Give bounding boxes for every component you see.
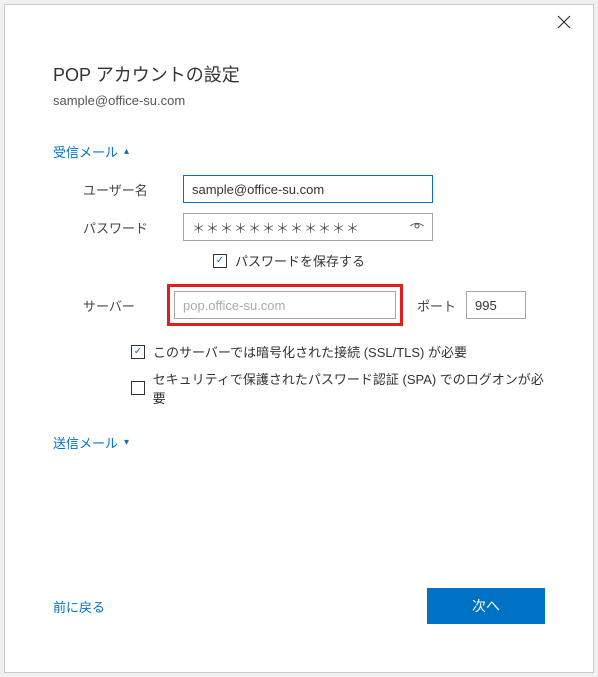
- port-input[interactable]: [466, 291, 526, 319]
- username-input[interactable]: [183, 175, 433, 203]
- content-area: POP アカウントの設定 sample@office-su.com 受信メール …: [5, 5, 593, 588]
- port-label: ポート: [417, 296, 456, 315]
- password-label: パスワード: [53, 218, 183, 237]
- dialog-title: POP アカウントの設定: [53, 61, 545, 87]
- ssl-row: ✓ このサーバーでは暗号化された接続 (SSL/TLS) が必要: [131, 342, 545, 361]
- incoming-mail-section-toggle[interactable]: 受信メール ▴: [53, 142, 545, 161]
- server-highlight-box: [167, 284, 403, 326]
- server-row: サーバー ポート: [53, 284, 545, 326]
- password-input[interactable]: [183, 213, 433, 241]
- server-label: サーバー: [53, 296, 167, 315]
- show-password-icon[interactable]: [409, 218, 425, 237]
- ssl-label: このサーバーでは暗号化された接続 (SSL/TLS) が必要: [153, 342, 467, 361]
- save-password-row: ✓ パスワードを保存する: [213, 251, 545, 270]
- spa-checkbox[interactable]: [131, 381, 145, 395]
- outgoing-mail-label: 送信メール: [53, 433, 118, 452]
- spa-label: セキュリティで保護されたパスワード認証 (SPA) でのログオンが必要: [153, 369, 545, 407]
- chevron-down-icon: ▾: [124, 437, 129, 448]
- incoming-mail-label: 受信メール: [53, 142, 118, 161]
- ssl-checkbox[interactable]: ✓: [131, 345, 145, 359]
- outgoing-mail-section-toggle[interactable]: 送信メール ▾: [53, 433, 545, 452]
- dialog-window: POP アカウントの設定 sample@office-su.com 受信メール …: [4, 4, 594, 673]
- server-input[interactable]: [174, 291, 396, 319]
- save-password-checkbox[interactable]: ✓: [213, 254, 227, 268]
- save-password-label: パスワードを保存する: [235, 251, 365, 270]
- spa-row: セキュリティで保護されたパスワード認証 (SPA) でのログオンが必要: [131, 369, 545, 407]
- username-label: ユーザー名: [53, 180, 183, 199]
- close-button[interactable]: [557, 15, 577, 35]
- password-row: パスワード: [53, 213, 545, 241]
- username-row: ユーザー名: [53, 175, 545, 203]
- chevron-up-icon: ▴: [124, 146, 129, 157]
- next-button[interactable]: 次へ: [427, 588, 545, 624]
- back-link[interactable]: 前に戻る: [53, 597, 105, 616]
- account-email: sample@office-su.com: [53, 93, 545, 108]
- footer: 前に戻る 次へ: [5, 588, 593, 672]
- close-icon: [557, 15, 571, 29]
